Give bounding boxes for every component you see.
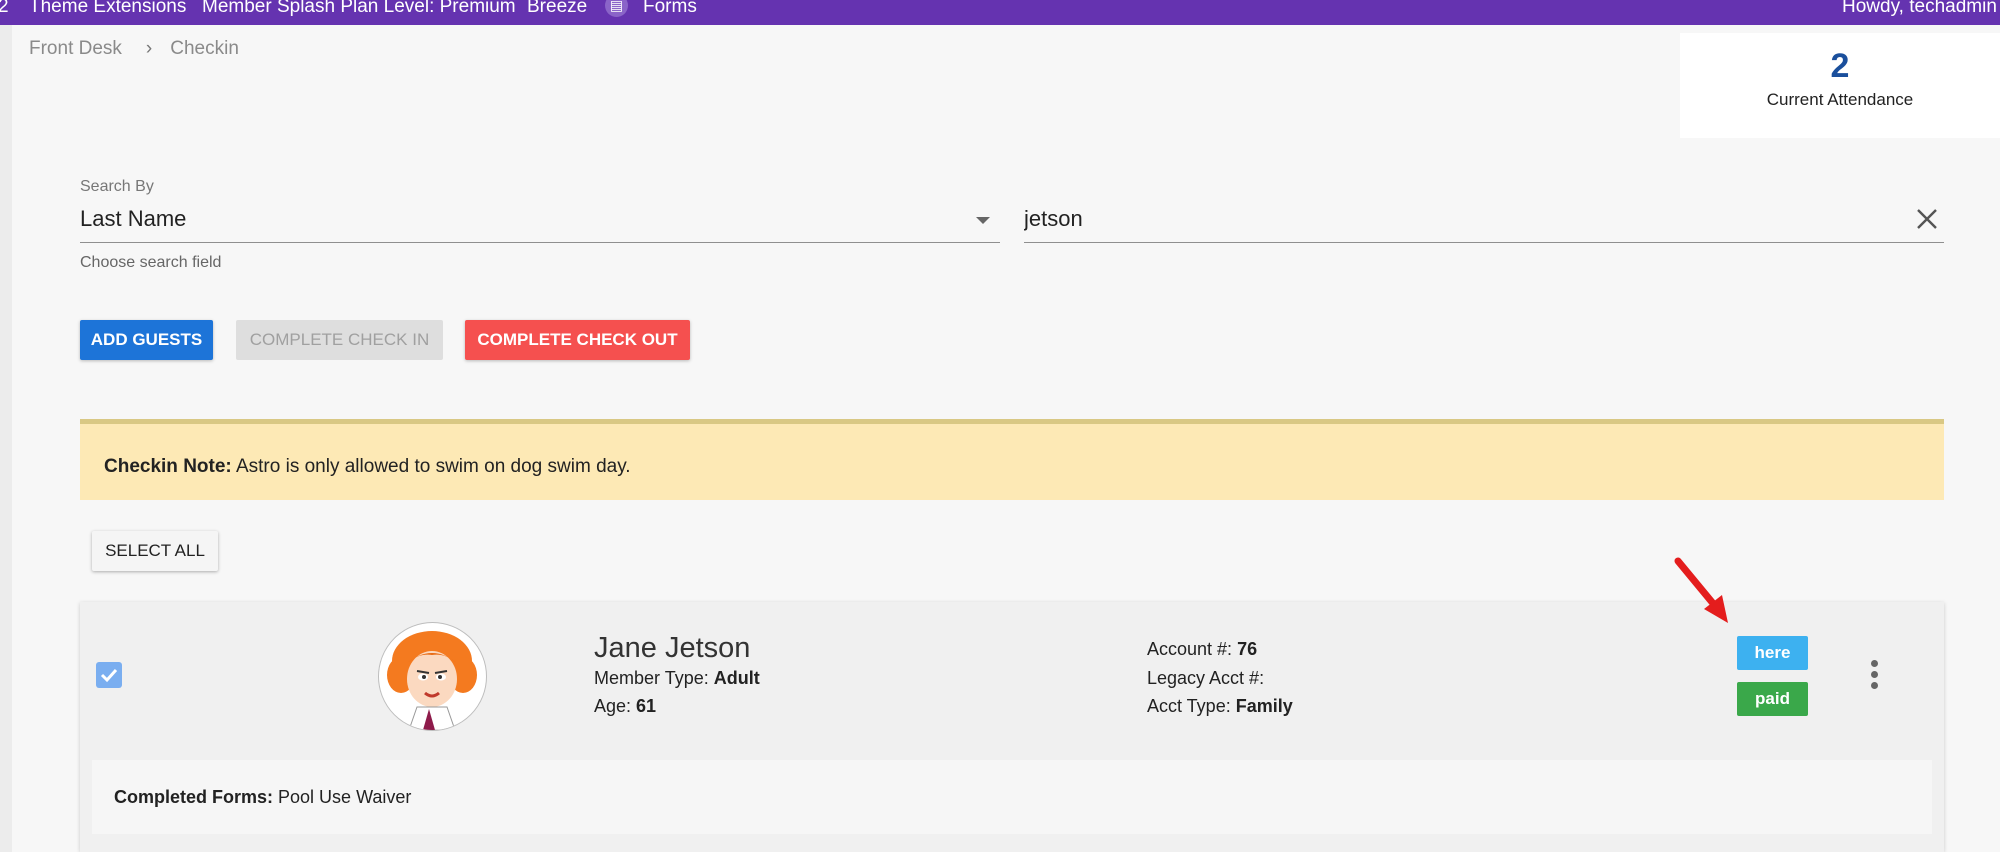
attendance-card: 2 Current Attendance: [1680, 33, 2000, 138]
member-type-value: Adult: [713, 668, 760, 688]
topbar-fragment: 2: [0, 0, 9, 17]
breadcrumb-checkin: Checkin: [170, 38, 239, 59]
close-icon[interactable]: [1914, 206, 1940, 232]
legacy-account-label: Legacy Acct #:: [1147, 668, 1265, 688]
search-input[interactable]: [1024, 204, 1884, 234]
account-type: Acct Type: Family: [1147, 696, 1293, 717]
breadcrumb: Front Desk › Checkin: [29, 38, 239, 60]
topbar-theme-extensions[interactable]: Theme Extensions: [29, 0, 186, 18]
member-card: Jane Jetson Member Type: Adult Age: 61 A…: [80, 602, 1944, 852]
complete-check-out-button[interactable]: COMPLETE CHECK OUT: [465, 320, 690, 360]
search-query-field: [1024, 200, 1944, 243]
admin-top-bar: 2 Theme Extensions Member Splash Plan Le…: [0, 0, 2000, 25]
member-age-label: Age:: [594, 696, 632, 716]
member-type: Member Type: Adult: [594, 668, 760, 689]
member-avatar: [378, 622, 487, 731]
breadcrumb-front-desk[interactable]: Front Desk: [29, 38, 122, 59]
left-edge-strip: [0, 25, 12, 852]
account-number: Account #: 76: [1147, 639, 1257, 660]
checkin-note-text: Checkin Note: Astro is only allowed to s…: [104, 456, 631, 478]
topbar-breeze[interactable]: Breeze: [527, 0, 587, 18]
select-all-button[interactable]: SELECT ALL: [92, 531, 218, 571]
member-name: Jane Jetson: [594, 632, 751, 664]
checkin-note: Checkin Note: Astro is only allowed to s…: [80, 419, 1944, 500]
complete-check-in-button[interactable]: COMPLETE CHECK IN: [236, 320, 443, 360]
topbar-greeting[interactable]: Howdy, techadmin: [1842, 0, 1997, 18]
search-by-select[interactable]: Last Name: [80, 200, 1000, 243]
red-arrow-annotation: [1674, 557, 1728, 623]
dropdown-caret-icon: [976, 217, 990, 224]
account-type-value: Family: [1235, 696, 1293, 716]
checkin-note-body: Astro is only allowed to swim on dog swi…: [235, 456, 631, 477]
member-age-value: 61: [636, 696, 657, 716]
status-badge-here[interactable]: here: [1737, 636, 1808, 670]
completed-forms-row: Completed Forms: Pool Use Waiver: [92, 760, 1932, 834]
chevron-right-icon: ›: [145, 38, 153, 59]
completed-forms-text: Completed Forms: Pool Use Waiver: [114, 787, 411, 808]
member-age: Age: 61: [594, 696, 656, 717]
forms-icon: ▤: [605, 0, 628, 17]
member-type-label: Member Type:: [594, 668, 709, 688]
status-badge-paid[interactable]: paid: [1737, 682, 1808, 716]
account-type-label: Acct Type:: [1147, 696, 1231, 716]
topbar-splash-plan[interactable]: Member Splash Plan Level: Premium: [202, 0, 516, 18]
account-number-label: Account #:: [1147, 639, 1233, 659]
attendance-label: Current Attendance: [1766, 90, 1914, 109]
search-by-label: Search By: [80, 178, 154, 195]
checkin-note-label: Checkin Note:: [104, 456, 232, 477]
legacy-account: Legacy Acct #:: [1147, 668, 1264, 689]
checkbox-checked-icon[interactable]: [96, 662, 122, 688]
more-vert-icon[interactable]: [1866, 660, 1882, 696]
account-number-value: 76: [1237, 639, 1258, 659]
search-by-value: Last Name: [80, 206, 187, 231]
add-guests-button[interactable]: ADD GUESTS: [80, 320, 213, 360]
topbar-forms[interactable]: Forms: [643, 0, 697, 18]
completed-forms-value: Pool Use Waiver: [278, 787, 412, 807]
attendance-count: 2: [1830, 47, 1850, 85]
search-by-helper: Choose search field: [80, 254, 222, 271]
completed-forms-label: Completed Forms:: [114, 787, 274, 807]
